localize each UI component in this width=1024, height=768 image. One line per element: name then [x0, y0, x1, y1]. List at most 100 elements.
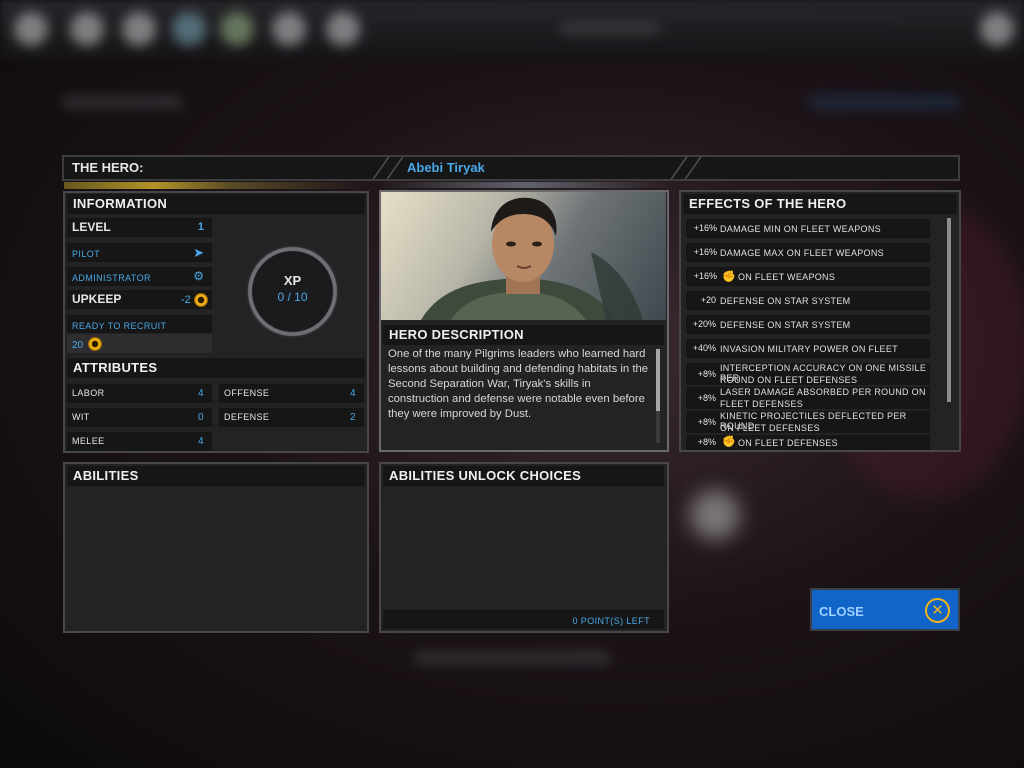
dust-coin-icon	[87, 336, 102, 351]
effect-row: +8% LASER DAMAGE ABSORBED PER ROUND ON F…	[686, 387, 930, 409]
class-primary-label: PILOT	[72, 249, 101, 259]
background-orb	[690, 490, 740, 540]
effect-text: ROUND ON FLEET DEFENSES	[720, 375, 858, 385]
abilities-panel	[63, 462, 369, 633]
information-title: INFORMATION	[67, 194, 365, 214]
level-row: LEVEL 1	[67, 218, 212, 237]
recruit-cost-value: 20	[72, 340, 84, 351]
hero-header-bar: THE HERO: Abebi Tiryak	[62, 155, 960, 181]
upkeep-value: -2	[180, 294, 191, 306]
abilities-unlock-panel	[379, 462, 669, 633]
level-value: 1	[197, 221, 204, 233]
effect-value: +16%	[693, 271, 717, 281]
effects-scrollbar-thumb[interactable]	[947, 218, 951, 402]
abilities-unlock-title: ABILITIES UNLOCK CHOICES	[383, 466, 664, 486]
attribute-value: 4	[198, 388, 204, 399]
class-secondary-row[interactable]: ADMINISTRATOR ⚙	[67, 267, 212, 286]
effect-text: ON FLEET WEAPONS	[738, 272, 836, 282]
attribute-row-melee: MELEE 4	[67, 432, 212, 451]
hero-color-stripe	[64, 182, 364, 189]
background-link	[810, 96, 960, 108]
fist-icon: ✊	[722, 271, 736, 283]
recruit-cost-row[interactable]: 20	[67, 334, 212, 353]
background-icon	[70, 12, 104, 46]
effect-text: DAMAGE MIN ON FLEET WEAPONS	[720, 224, 881, 234]
hero-name: Abebi Tiryak	[407, 160, 485, 175]
xp-value: 0 / 10	[277, 290, 308, 304]
divider	[386, 157, 404, 179]
hero-portrait-image	[421, 197, 643, 320]
effect-text: LASER DAMAGE ABSORBED PER ROUND ON	[720, 387, 926, 397]
administrator-icon: ⚙	[193, 269, 204, 283]
points-left-bar: 0 POINT(S) LEFT	[383, 610, 664, 629]
effect-row: +20 DEFENSE ON STAR SYSTEM	[686, 291, 930, 310]
pilot-icon: ➤	[193, 245, 204, 260]
class-primary-row[interactable]: PILOT ➤	[67, 243, 212, 262]
effect-text: FLEET DEFENSES	[720, 399, 804, 409]
effect-row: +40% INVASION MILITARY POWER ON FLEET	[686, 339, 930, 358]
ready-to-recruit-row: READY TO RECRUIT	[67, 315, 212, 333]
effect-value: +16%	[693, 223, 717, 233]
hero-header-label: THE HERO:	[72, 160, 144, 175]
background-icon	[980, 12, 1014, 46]
background-title	[560, 22, 660, 34]
effect-row: +20% DEFENSE ON STAR SYSTEM	[686, 315, 930, 334]
effect-text: DEFENSE ON STAR SYSTEM	[720, 320, 851, 330]
attribute-row-labor: LABOR 4	[67, 384, 212, 403]
hero-portrait	[381, 192, 666, 320]
attribute-label: LABOR	[72, 388, 105, 398]
attribute-row-wit: WIT 0	[67, 408, 212, 427]
level-label: LEVEL	[72, 220, 111, 234]
effect-row: +16% DAMAGE MIN ON FLEET WEAPONS	[686, 219, 930, 238]
class-secondary-label: ADMINISTRATOR	[72, 273, 151, 283]
background-heading	[62, 96, 182, 108]
attribute-value: 4	[198, 436, 204, 447]
effect-row: +16% ✊ ON FLEET WEAPONS	[686, 267, 930, 286]
background-icon	[14, 12, 48, 46]
attribute-label: WIT	[72, 412, 90, 422]
effect-row: +8% ✊ ON FLEET DEFENSES	[686, 435, 930, 450]
effect-value: +16%	[693, 247, 717, 257]
background-icon	[326, 12, 360, 46]
effect-value: +20%	[692, 319, 716, 329]
effect-text: DAMAGE MAX ON FLEET WEAPONS	[720, 248, 884, 258]
portrait-glow-stripe	[380, 182, 670, 188]
attribute-label: DEFENSE	[224, 412, 270, 422]
background-icon	[172, 12, 206, 46]
close-icon: ✕	[925, 598, 950, 623]
effect-text: INVASION MILITARY POWER ON FLEET	[720, 344, 898, 354]
attribute-row-defense: DEFENSE 2	[219, 408, 364, 427]
upkeep-row: UPKEEP -2	[67, 290, 212, 309]
effect-text: ON FLEET DEFENSES	[738, 438, 838, 448]
description-scrollbar-thumb[interactable]	[656, 349, 660, 411]
effect-row: +8% KINETIC PROJECTILES DEFLECTED PER RO…	[686, 411, 930, 433]
close-button[interactable]: CLOSE ✕	[810, 588, 960, 631]
ready-to-recruit-label: READY TO RECRUIT	[72, 321, 167, 331]
effect-row: +8% INTERCEPTION ACCURACY ON ONE MISSILE…	[686, 363, 930, 385]
effect-value: +8%	[697, 369, 716, 379]
hero-description-text: One of the many Pilgrims leaders who lea…	[388, 348, 649, 420]
background-footer	[415, 652, 610, 664]
dust-coin-icon	[194, 292, 208, 307]
effect-text: DEFENSE ON STAR SYSTEM	[720, 296, 851, 306]
divider	[684, 157, 702, 179]
attribute-row-offense: OFFENSE 4	[219, 384, 364, 403]
effect-value: +20	[700, 295, 716, 305]
fist-icon: ✊	[722, 436, 736, 448]
effects-title: EFFECTS OF THE HERO	[683, 194, 957, 214]
effect-value: +8%	[697, 393, 716, 403]
points-left: 0 POINT(S) LEFT	[572, 616, 650, 626]
attribute-value: 2	[350, 412, 356, 423]
attributes-title: ATTRIBUTES	[67, 358, 365, 378]
attribute-label: OFFENSE	[224, 388, 270, 398]
xp-label: XP	[283, 273, 302, 288]
attribute-label: MELEE	[72, 436, 105, 446]
effect-value: +8%	[697, 417, 716, 427]
upkeep-label: UPKEEP	[72, 292, 122, 306]
abilities-title: ABILITIES	[67, 466, 365, 486]
attribute-value: 4	[350, 388, 356, 399]
effect-row: +16% DAMAGE MAX ON FLEET WEAPONS	[686, 243, 930, 262]
close-button-label: CLOSE	[819, 604, 864, 619]
background-icon	[122, 12, 156, 46]
xp-ring: XP 0 / 10	[246, 245, 339, 338]
